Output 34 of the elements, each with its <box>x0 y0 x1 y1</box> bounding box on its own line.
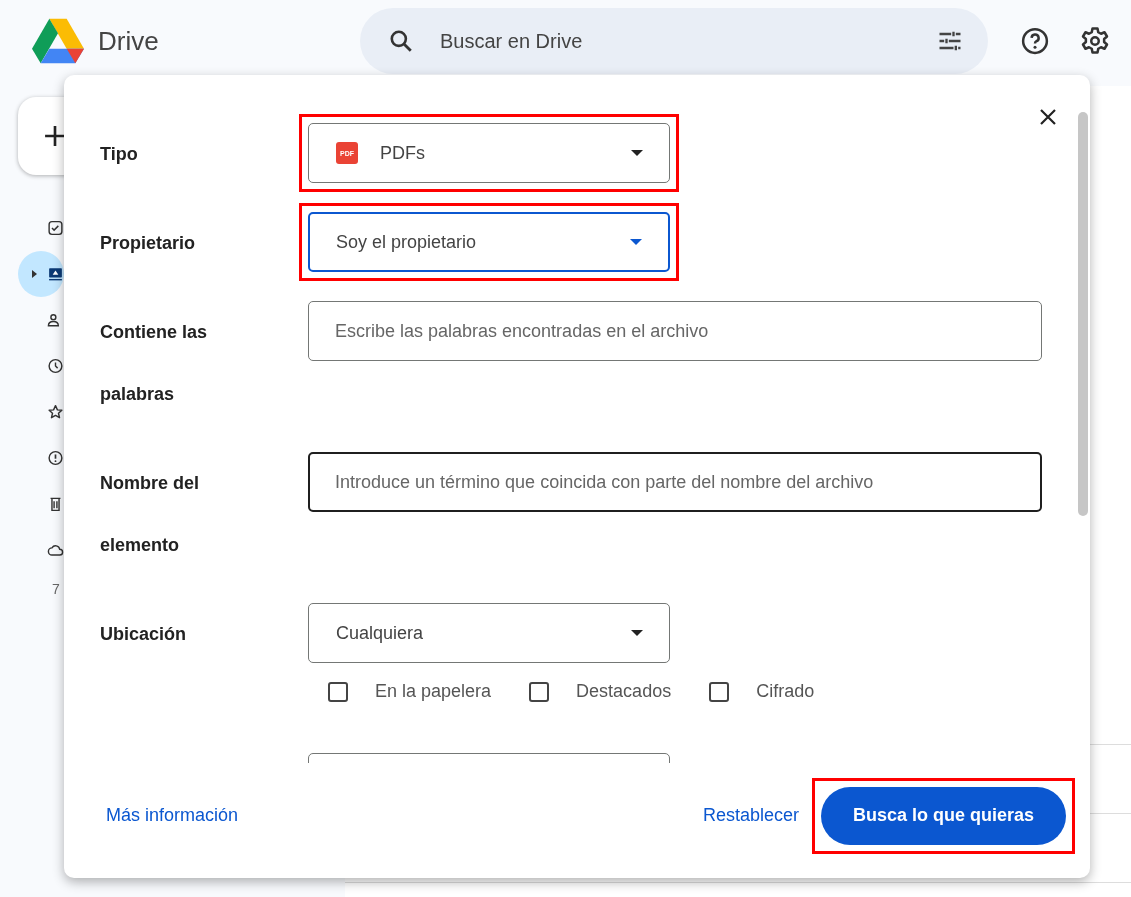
dropdown-caret-icon <box>630 239 642 245</box>
field-label: Contiene las palabras <box>100 321 209 406</box>
storage-text: 7 <box>52 581 60 597</box>
app-name: Drive <box>98 25 159 57</box>
search-field[interactable]: Buscar en Drive <box>360 8 988 74</box>
field-label: Propietario <box>100 232 197 255</box>
plus-icon <box>44 125 66 147</box>
input-field[interactable]: Introduce un término que coincida con parte del nombre del archivo <box>308 452 1042 512</box>
help-icon[interactable] <box>1020 26 1050 56</box>
checkbox-option[interactable]: En la papelera <box>328 681 492 702</box>
search-button[interactable]: Busca lo que quieras <box>820 786 1066 845</box>
checkbox-icon <box>47 218 64 238</box>
settings-icon[interactable] <box>1080 26 1110 56</box>
field-label: Nombre del elemento <box>100 472 201 557</box>
search-input[interactable]: Buscar en Drive <box>438 28 936 54</box>
drive-logo-icon <box>32 18 84 64</box>
input-field[interactable]: Escribe las palabras encontradas en el archivo <box>308 301 1042 361</box>
reset-link[interactable]: Restablecer <box>702 805 799 826</box>
dropdown-caret-icon <box>631 630 643 636</box>
checkbox-option[interactable]: Destacados <box>529 681 672 702</box>
dropdown-field[interactable]: Soy el propietario <box>308 212 670 272</box>
search-icon <box>388 28 414 54</box>
checkbox-option[interactable]: Cifrado <box>709 681 815 702</box>
scrollbar[interactable] <box>1078 112 1088 516</box>
alert-icon <box>47 448 64 468</box>
dropdown-caret-icon <box>631 150 643 156</box>
field-label: Tipo <box>100 143 139 166</box>
clock-icon <box>47 356 64 376</box>
more-info-link[interactable]: Más información <box>106 805 239 826</box>
caret-icon <box>32 270 38 278</box>
field-label: Ubicación <box>100 623 188 646</box>
sidebar-item[interactable] <box>18 251 64 297</box>
close-icon <box>1038 107 1058 127</box>
dropdown-field[interactable]: Cualquiera <box>308 603 670 663</box>
